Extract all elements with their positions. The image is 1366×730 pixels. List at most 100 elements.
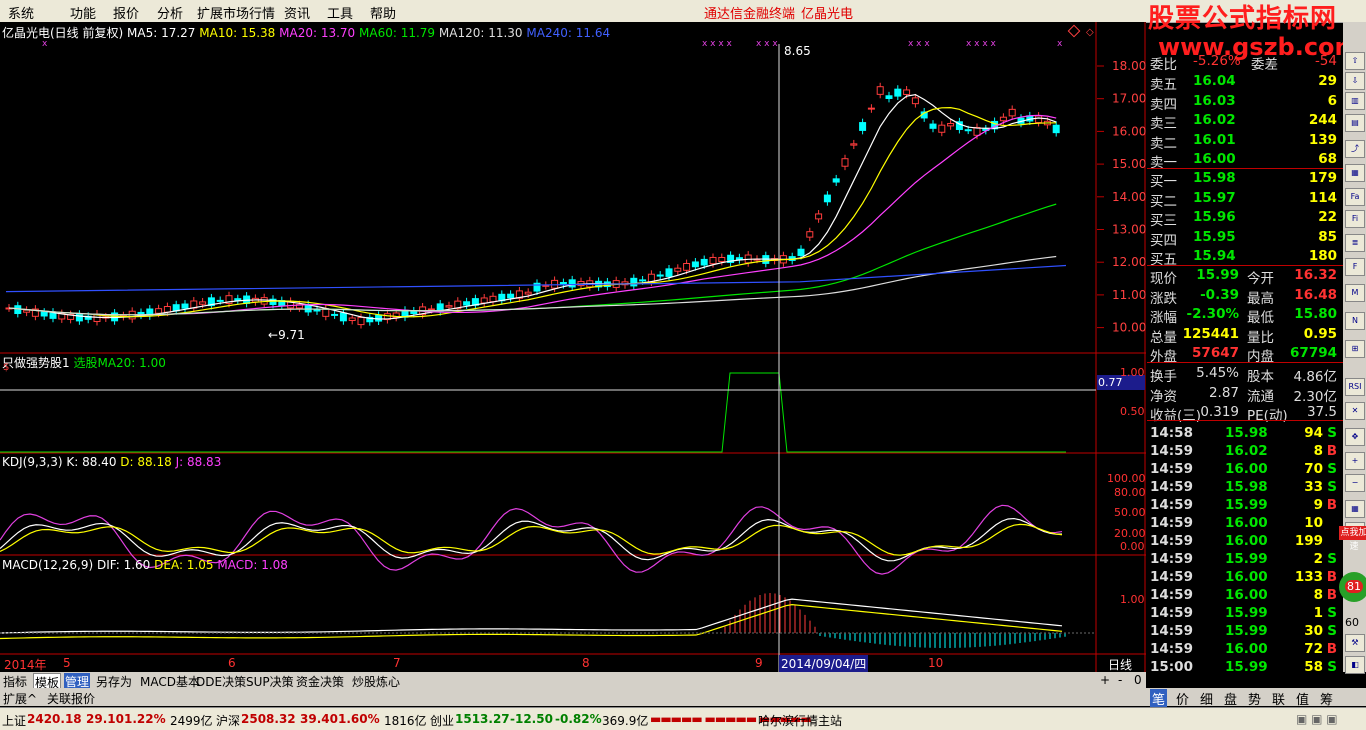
toolbar-bar-icon[interactable]: ▥	[1345, 92, 1365, 110]
stat-row[interactable]: 现价 15.99 今开 16.32	[1147, 266, 1341, 287]
toolbar-x-icon[interactable]: ✕	[1345, 402, 1365, 420]
fin-label-2: PE(动)	[1247, 408, 1288, 424]
candlestick	[1008, 108, 1016, 117]
rtab-detail[interactable]: 细	[1200, 689, 1213, 708]
toolbar-grid2-icon[interactable]: ▦	[1345, 500, 1365, 518]
tick-side: S	[1327, 623, 1337, 639]
toolbar-n-icon[interactable]: N	[1345, 312, 1365, 330]
period-label[interactable]: 日线	[1108, 656, 1132, 673]
menu-function[interactable]: 功能	[70, 3, 96, 22]
toolbar-line-icon[interactable]: ⤴	[1345, 140, 1365, 158]
tick-time: 14:59	[1150, 623, 1193, 639]
toolbar-move-icon[interactable]: ✥	[1345, 428, 1365, 446]
kdj-tick-100: 100.00	[1107, 472, 1146, 485]
toolbar-fi-icon[interactable]: Fi	[1345, 210, 1365, 228]
menu-quote[interactable]: 报价	[113, 3, 139, 22]
rtab-trend[interactable]: 势	[1248, 689, 1261, 708]
bid-row[interactable]: 买一 15.98 179	[1147, 169, 1341, 190]
toolbar-stack-icon[interactable]: ≣	[1345, 234, 1365, 252]
tick-price: 16.02	[1225, 443, 1268, 459]
toolbar-split-icon[interactable]: ◧	[1345, 656, 1365, 674]
macd-dif: DIF: 1.60	[96, 558, 151, 572]
tick-row[interactable]: 14:59 16.00 133 B	[1147, 568, 1341, 587]
tick-row[interactable]: 14:59 16.00 10	[1147, 514, 1341, 533]
tick-row[interactable]: 14:59 15.99 1 S	[1147, 604, 1341, 623]
stat-row[interactable]: 外盘 57647 内盘 67794	[1147, 344, 1341, 365]
toolbar-plus-icon[interactable]: +	[1345, 452, 1365, 470]
ask-row[interactable]: 卖一 16.00 68	[1147, 150, 1341, 171]
tick-volume: 70	[1304, 461, 1323, 477]
toolbar-sell-icon[interactable]: ⊞	[1345, 340, 1365, 358]
tick-row[interactable]: 14:59 16.00 72 B	[1147, 640, 1341, 659]
tick-row[interactable]: 14:59 15.99 2 S	[1147, 550, 1341, 569]
tab-related-quote[interactable]: 关联报价	[47, 690, 95, 707]
toolbar-f10-icon[interactable]: F	[1345, 258, 1365, 276]
candlestick	[964, 129, 972, 132]
ask-row[interactable]: 卖三 16.02 244	[1147, 111, 1341, 132]
tick-row[interactable]: 14:59 15.99 9 B	[1147, 496, 1341, 515]
speed-ball[interactable]: 81	[1339, 572, 1366, 602]
rtab-value[interactable]: 值	[1296, 689, 1309, 708]
tick-row[interactable]: 14:59 16.00 199	[1147, 532, 1341, 551]
bid-row[interactable]: 买三 15.96 22	[1147, 208, 1341, 229]
indicator1-value: 选股MA20: 1.00	[73, 356, 166, 370]
toolbar-rsi-icon[interactable]: RSI	[1345, 378, 1365, 396]
kdj-tick-20: 20.00	[1114, 527, 1146, 540]
candlestick	[489, 295, 497, 303]
stat-row[interactable]: 涨幅 -2.30% 最低 15.80	[1147, 305, 1341, 326]
menu-system[interactable]: 系统	[8, 3, 34, 22]
toolbar-chart-icon[interactable]: ▤	[1345, 114, 1365, 132]
speedup-badge[interactable]: 点我加速	[1339, 526, 1366, 552]
toolbar-wrench-icon[interactable]: ⚒	[1345, 634, 1365, 652]
bid-row[interactable]: 买五 15.94 180	[1147, 247, 1341, 268]
rtab-chips[interactable]: 筹	[1320, 689, 1333, 708]
rtab-link[interactable]: 联	[1272, 689, 1285, 708]
ask-row[interactable]: 卖四 16.03 6	[1147, 92, 1341, 113]
order-ratio-row[interactable]: 委比 -5.26% 委差 -54	[1147, 52, 1341, 73]
rtab-price[interactable]: 价	[1176, 689, 1189, 708]
candlestick	[850, 143, 858, 146]
toolbar-down-icon[interactable]: ⇩	[1345, 72, 1365, 90]
tick-row[interactable]: 14:59 16.00 70 S	[1147, 460, 1341, 479]
fin-row[interactable]: 换手 5.45% 股本 4.86亿	[1147, 364, 1341, 385]
bid-row[interactable]: 买二 15.97 114	[1147, 189, 1341, 210]
kdj-tick-0: 0.00	[1120, 540, 1145, 553]
chart-area[interactable]: 18.00 17.00 16.00 15.00 14.00 13.00 12.00 11.00…	[0, 22, 1146, 672]
minus-button[interactable]: -	[1118, 673, 1122, 687]
tick-row[interactable]: 14:59 16.00 8 B	[1147, 586, 1341, 605]
toolbar-grid-icon[interactable]: ▦	[1345, 164, 1365, 182]
menu-help[interactable]: 帮助	[370, 3, 396, 22]
candlestick	[911, 97, 919, 105]
tab-extend[interactable]: 扩展^	[3, 690, 37, 707]
zero-button[interactable]: 0	[1134, 673, 1142, 687]
tick-row[interactable]: 14:58 15.98 94 S	[1147, 424, 1341, 443]
candlestick	[867, 107, 875, 110]
stat-label: 总量	[1150, 329, 1177, 346]
ask-row[interactable]: 卖二 16.01 139	[1147, 131, 1341, 152]
tick-row[interactable]: 14:59 15.98 33 S	[1147, 478, 1341, 497]
stat-row[interactable]: 总量 125441 量比 0.95	[1147, 325, 1341, 346]
toolbar-m-icon[interactable]: M	[1345, 284, 1365, 302]
tick-row[interactable]: 14:59 15.99 30 S	[1147, 622, 1341, 641]
bid-volume: 179	[1308, 170, 1337, 186]
ask-volume: 244	[1308, 112, 1337, 128]
menu-ext-market[interactable]: 扩展市场行情	[197, 3, 275, 22]
fin-row[interactable]: 净资 2.87 流通 2.30亿	[1147, 384, 1341, 405]
toolbar-up-icon[interactable]: ⇧	[1345, 52, 1365, 70]
candlestick	[718, 256, 726, 262]
ask-row[interactable]: 卖五 16.04 29	[1147, 72, 1341, 93]
toolbar-minus-icon[interactable]: −	[1345, 474, 1365, 492]
stat-row[interactable]: 涨跌 -0.39 最高 16.48	[1147, 286, 1341, 307]
tick-row[interactable]: 14:59 16.02 8 B	[1147, 442, 1341, 461]
server-site[interactable]: 哈尔滨行情主站	[758, 712, 842, 729]
rtab-book[interactable]: 盘	[1224, 689, 1237, 708]
tick-row[interactable]: 15:00 15.99 58 S	[1147, 658, 1341, 677]
plus-button[interactable]: +	[1100, 673, 1110, 687]
bid-row[interactable]: 买四 15.95 85	[1147, 228, 1341, 249]
rtab-tick[interactable]: 笔	[1150, 689, 1168, 708]
menu-tools[interactable]: 工具	[327, 3, 353, 22]
toolbar-fa-icon[interactable]: Fa	[1345, 188, 1365, 206]
menu-analysis[interactable]: 分析	[157, 3, 183, 22]
menu-news[interactable]: 资讯	[284, 3, 310, 22]
cy-change: -12.50	[510, 712, 553, 726]
